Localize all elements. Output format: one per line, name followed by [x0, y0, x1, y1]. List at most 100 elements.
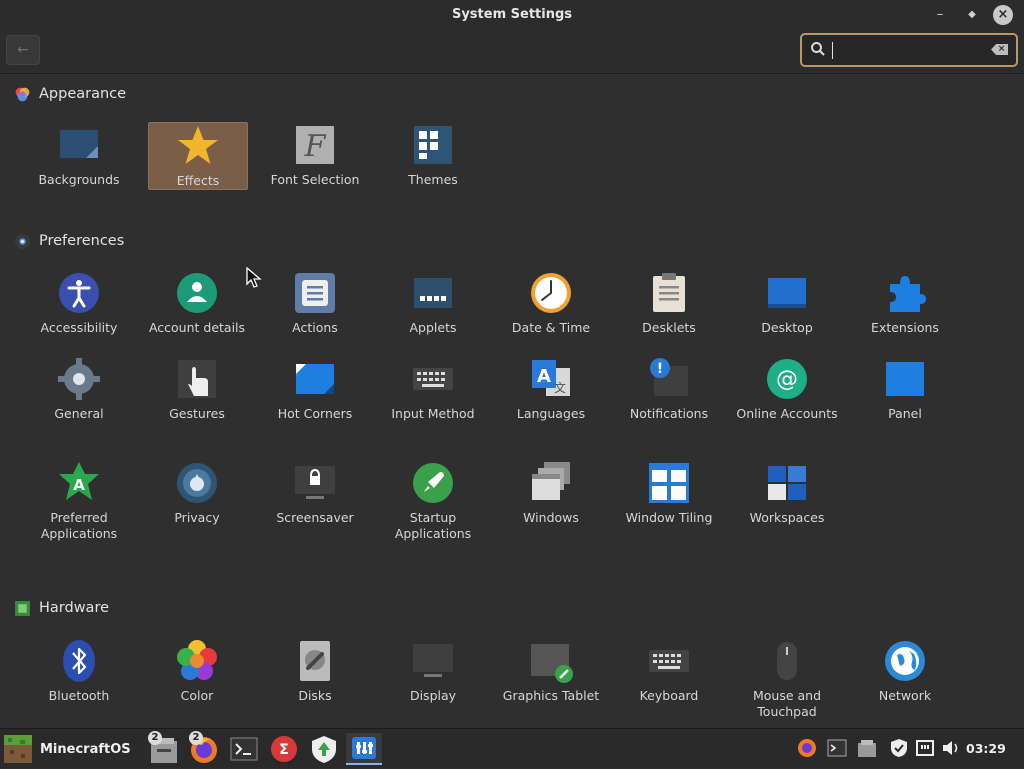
section-appearance: Appearance	[14, 83, 126, 105]
svg-text:A: A	[73, 476, 85, 494]
search-input[interactable]: ×	[800, 33, 1018, 67]
item-input-method[interactable]: Input Method	[374, 356, 492, 422]
tray-terminal[interactable]	[826, 737, 848, 761]
item-label: Bluetooth	[48, 688, 110, 703]
taskbar: MinecraftOS 2 2 Σ 03:29	[0, 728, 1024, 768]
terminal-icon	[827, 739, 847, 757]
color-icon	[177, 640, 217, 680]
preferred-apps-icon: A	[59, 462, 99, 500]
update-manager-button[interactable]	[306, 733, 342, 765]
item-graphics-tablet[interactable]: Graphics Tablet	[492, 638, 610, 704]
item-notifications[interactable]: ! Notifications	[610, 356, 728, 422]
item-label: Gestures	[169, 406, 225, 421]
item-label: Hot Corners	[277, 406, 353, 421]
item-label: Desktop	[761, 320, 813, 335]
notifications-icon: !	[650, 358, 688, 396]
tiling-icon	[649, 463, 689, 503]
item-general[interactable]: General	[20, 356, 138, 422]
desktop-icon	[768, 278, 806, 308]
item-desktop[interactable]: Desktop	[728, 270, 846, 336]
item-label: Graphics Tablet	[502, 688, 600, 703]
hot-corners-icon	[296, 364, 334, 394]
clock-icon	[531, 273, 571, 313]
settings-icon	[352, 737, 376, 759]
close-button[interactable]: ×	[993, 5, 1013, 25]
item-desklets[interactable]: Desklets	[610, 270, 728, 336]
tray-volume[interactable]	[940, 737, 962, 761]
item-workspaces[interactable]: Workspaces	[728, 460, 846, 526]
puzzle-icon	[890, 276, 926, 312]
tray-firefox[interactable]	[796, 737, 818, 761]
item-label: Themes	[408, 172, 458, 187]
item-themes[interactable]: Themes	[374, 122, 492, 188]
item-startup-applications[interactable]: Startup Applications	[374, 460, 492, 542]
item-label: Preferred Applications	[40, 510, 118, 541]
app-button-red[interactable]: Σ	[266, 733, 302, 765]
item-languages[interactable]: A文 Languages	[492, 356, 610, 422]
start-menu-button[interactable]: MinecraftOS	[4, 733, 136, 765]
item-window-tiling[interactable]: Window Tiling	[610, 460, 728, 526]
item-label: Font Selection	[270, 172, 360, 187]
preferences-icon	[15, 233, 30, 249]
item-label: Date & Time	[511, 320, 591, 335]
settings-content: Appearance Backgrounds Effects F Font Se…	[0, 74, 1024, 726]
item-date-time[interactable]: Date & Time	[492, 270, 610, 336]
lock-screen-icon	[295, 466, 335, 499]
terminal-app-button[interactable]	[226, 733, 262, 765]
item-effects[interactable]: Effects	[148, 122, 248, 190]
mouse-pointer-icon	[246, 267, 262, 288]
item-account-details[interactable]: Account details	[138, 270, 256, 336]
back-button[interactable]: ←	[6, 35, 40, 65]
languages-icon: A文	[532, 360, 570, 396]
font-icon: F	[296, 126, 334, 164]
item-panel[interactable]: Panel	[846, 356, 964, 422]
tray-shield[interactable]	[888, 737, 910, 761]
text-cursor	[832, 42, 833, 59]
item-actions[interactable]: Actions	[256, 270, 374, 336]
network-icon	[916, 740, 934, 756]
clock[interactable]: 03:29	[966, 741, 1006, 756]
item-extensions[interactable]: Extensions	[846, 270, 964, 336]
menu-label: MinecraftOS	[40, 741, 131, 757]
minimize-button[interactable]: –	[930, 5, 950, 25]
item-hot-corners[interactable]: Hot Corners	[256, 356, 374, 422]
item-screensaver[interactable]: Screensaver	[256, 460, 374, 526]
item-display[interactable]: Display	[374, 638, 492, 704]
rocket-icon	[413, 463, 453, 503]
item-network[interactable]: Network	[846, 638, 964, 704]
volume-icon	[943, 741, 958, 755]
item-color[interactable]: Color	[138, 638, 256, 704]
item-accessibility[interactable]: Accessibility	[20, 270, 138, 336]
item-privacy[interactable]: Privacy	[138, 460, 256, 526]
item-font-selection[interactable]: F Font Selection	[256, 122, 374, 188]
item-preferred-applications[interactable]: A Preferred Applications	[20, 460, 138, 542]
clipboard-icon	[653, 273, 685, 312]
item-gestures[interactable]: Gestures	[138, 356, 256, 422]
item-mouse-touchpad[interactable]: Mouse and Touchpad	[728, 638, 846, 720]
item-label: Mouse and Touchpad	[752, 688, 822, 719]
tray-network[interactable]	[914, 737, 936, 761]
svg-text:F: F	[304, 129, 327, 164]
item-label: Actions	[292, 320, 338, 335]
item-disks[interactable]: Disks	[256, 638, 374, 704]
toolbar: ← ×	[0, 30, 1024, 74]
item-label: Color	[180, 688, 214, 703]
section-title: Appearance	[39, 86, 127, 102]
item-label: Desklets	[642, 320, 696, 335]
clear-search-icon[interactable]: ×	[991, 44, 1008, 55]
firefox-window-count: 2	[189, 731, 203, 745]
applets-icon	[414, 278, 452, 308]
tray-files[interactable]	[856, 737, 878, 761]
system-settings-taskbar-button[interactable]	[346, 733, 382, 765]
item-label: Display	[409, 688, 457, 703]
section-title: Hardware	[39, 600, 110, 616]
item-label: Screensaver	[276, 510, 354, 525]
item-backgrounds[interactable]: Backgrounds	[20, 122, 138, 188]
item-keyboard[interactable]: Keyboard	[610, 638, 728, 704]
maximize-button[interactable]: ◆	[962, 5, 982, 25]
item-bluetooth[interactable]: Bluetooth	[20, 638, 138, 704]
item-applets[interactable]: Applets	[374, 270, 492, 336]
item-online-accounts[interactable]: @ Online Accounts	[728, 356, 846, 422]
title-bar: System Settings – ◆ ×	[0, 0, 1024, 30]
item-windows[interactable]: Windows	[492, 460, 610, 526]
